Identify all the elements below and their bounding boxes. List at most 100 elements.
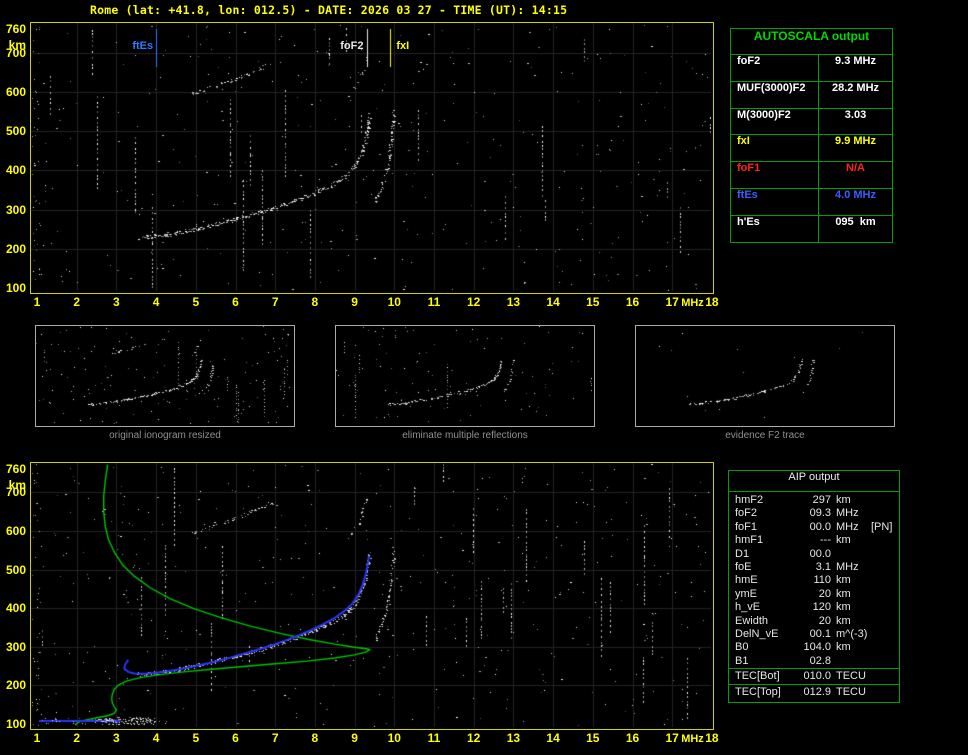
- x-axis-tick-label: 6: [232, 731, 239, 745]
- y-axis-tick-label: 100: [5, 281, 26, 295]
- aip-row-unit: [831, 655, 871, 668]
- x-axis-tick-label: 11: [427, 731, 441, 745]
- y-axis-tick-label: 200: [5, 241, 26, 256]
- x-axis-tick-label: 6: [232, 295, 239, 309]
- aip-row-name: TEC[Bot]: [735, 670, 780, 683]
- x-axis-tick-label: 8: [311, 731, 319, 745]
- autoscala-table-title: AUTOSCALA output: [731, 29, 892, 55]
- aip-row-extra: [871, 574, 893, 587]
- x-axis-tick-label: 16: [625, 295, 640, 309]
- aip-table-row: foE 3.1 MHz: [729, 561, 899, 574]
- thumbnail-filtered-caption: eliminate multiple reflections: [402, 430, 528, 441]
- aip-row-unit: km: [836, 587, 851, 600]
- autoscala-row-value: 095 km: [835, 215, 876, 228]
- ftes-frequency-marker-label: ftEs: [132, 40, 154, 52]
- autoscala-row-label: M(3000)F2: [731, 108, 819, 135]
- aip-row-unit: km: [836, 614, 851, 627]
- x-axis-tick-label: 1: [33, 295, 41, 309]
- aip-table-row: hmF2 297 km: [729, 494, 899, 507]
- thumbnail-original-caption: original ionogram resized: [109, 430, 221, 441]
- aip-row-value: 3.1: [815, 560, 831, 573]
- aip-row-unit: km: [836, 641, 851, 654]
- autoscala-row-value: 9.3 MHz: [835, 55, 876, 67]
- aip-row-name: foF2: [735, 507, 758, 520]
- autoscala-row-label: fxI: [731, 135, 819, 162]
- aip-row-name: DelN_vE: [735, 627, 779, 640]
- x-axis-tick-label: 13: [506, 731, 521, 745]
- y-axis-tick-label: 500: [5, 562, 26, 577]
- x-axis-tick-label: 5: [192, 295, 200, 309]
- autoscala-table-row: foF2 9.3 MHz: [731, 55, 892, 81]
- aip-row-unit: km: [836, 601, 851, 614]
- aip-table-row: ymE 20 km: [729, 588, 899, 601]
- autoscala-table-row: M(3000)F2 3.03: [731, 107, 892, 135]
- aip-row-extra: [871, 615, 893, 628]
- aip-row-value: 00.0: [809, 520, 831, 533]
- x-axis-tick-label: 12: [467, 295, 481, 309]
- autoscala-row-label: foF1: [731, 162, 819, 188]
- autoscala-row-value: 3.03: [844, 108, 867, 121]
- autoscala-table-body: foF2 9.3 MHz MUF(3000)F2 28.2 MHz M(3000)F2 3…: [731, 55, 892, 242]
- x-axis-tick-label: 2: [73, 731, 81, 745]
- thumbnail-filtered-ionogram: eliminate multiple reflections: [335, 325, 595, 441]
- aip-row-extra: [871, 628, 893, 641]
- aip-row-value: ---: [820, 534, 831, 547]
- y-axis-tick-label: 700: [5, 45, 26, 60]
- aip-table-row: D1 00.0: [729, 548, 899, 561]
- x-axis-tick-label: 13: [506, 295, 521, 309]
- aip-row-name: hmE: [735, 574, 758, 587]
- aip-row-extra: [871, 534, 893, 547]
- thumbnail-f2-trace-canvas: [636, 326, 892, 424]
- aip-row-extra: [871, 507, 893, 520]
- x-axis-tick-label: 2: [73, 295, 81, 309]
- aip-row-unit: TECU: [836, 670, 866, 683]
- x-axis-tick-label: 4: [152, 295, 160, 309]
- aip-table-row: TEC[Top] 012.9 TECU: [729, 683, 899, 700]
- x-axis-tick-label: 8: [311, 295, 319, 309]
- aip-row-unit: TECU: [836, 685, 866, 698]
- autoscala-row-label: ftEs: [731, 188, 819, 215]
- x-axis-tick-label: 3: [113, 295, 120, 309]
- y-axis-tick-label: 200: [5, 678, 26, 693]
- y-axis-tick-label: 400: [5, 163, 26, 178]
- aip-row-unit: MHz: [836, 520, 859, 533]
- aip-row-name: B0: [735, 641, 749, 654]
- aip-row-unit: km: [836, 534, 851, 547]
- aip-row-value: 012.9: [803, 685, 831, 698]
- thumbnail-f2-trace: evidence F2 trace: [635, 325, 895, 441]
- aip-row-unit: m^(-3): [836, 627, 868, 640]
- aip-table-title: AIP output: [729, 471, 899, 492]
- aip-row-extra: [871, 655, 893, 668]
- profile-ionogram-plot: [30, 462, 714, 730]
- x-axis-unit-label: MHz: [681, 297, 704, 309]
- aip-row-value: 110: [813, 574, 831, 587]
- x-axis-tick-label: 3: [113, 731, 120, 745]
- aip-row-extra: [871, 685, 893, 700]
- aip-row-name: D1: [735, 547, 750, 560]
- aip-row-extra: [871, 669, 893, 684]
- main-ionogram-plot: ftEs foF2 fxI: [30, 22, 714, 294]
- aip-row-name: Ewidth: [735, 614, 769, 627]
- aip-row-value: 09.3: [809, 507, 831, 520]
- main-ionogram-canvas: [31, 23, 711, 291]
- autoscala-row-label: foF2: [731, 55, 819, 81]
- x-axis-tick-label: 15: [586, 731, 600, 745]
- autoscala-row-value: 9.9 MHz: [835, 135, 876, 148]
- aip-row-extra: [871, 601, 893, 614]
- aip-row-name: ymE: [735, 587, 757, 600]
- x-axis-tick-label: 14: [546, 731, 560, 745]
- aip-table-row: foF1 00.0 MHz [PN]: [729, 521, 899, 534]
- autoscala-output-table: AUTOSCALA output foF2 9.3 MHz MUF(3000)F2 2…: [730, 28, 893, 243]
- aip-row-extra: [871, 641, 893, 654]
- aip-row-extra: [871, 548, 893, 561]
- autoscala-row-value: 28.2 MHz: [831, 81, 880, 94]
- aip-table-body: hmF2 297 km foF2 09.3 MHz foF1 00.0 MHz [PN] hmF1 -…: [729, 492, 899, 702]
- thumbnail-filtered-canvas: [336, 326, 592, 424]
- y-axis-tick-label: 400: [5, 601, 26, 616]
- autoscala-table-row: foF1 N/A: [731, 161, 892, 188]
- autoscala-table-row: h'Es 095 km: [731, 214, 892, 242]
- x-axis-tick-label: 7: [271, 731, 279, 745]
- x-axis-tick-label: 16: [625, 731, 640, 745]
- y-axis-tick-label: 600: [5, 85, 26, 99]
- y-axis-tick-label: 500: [5, 124, 26, 139]
